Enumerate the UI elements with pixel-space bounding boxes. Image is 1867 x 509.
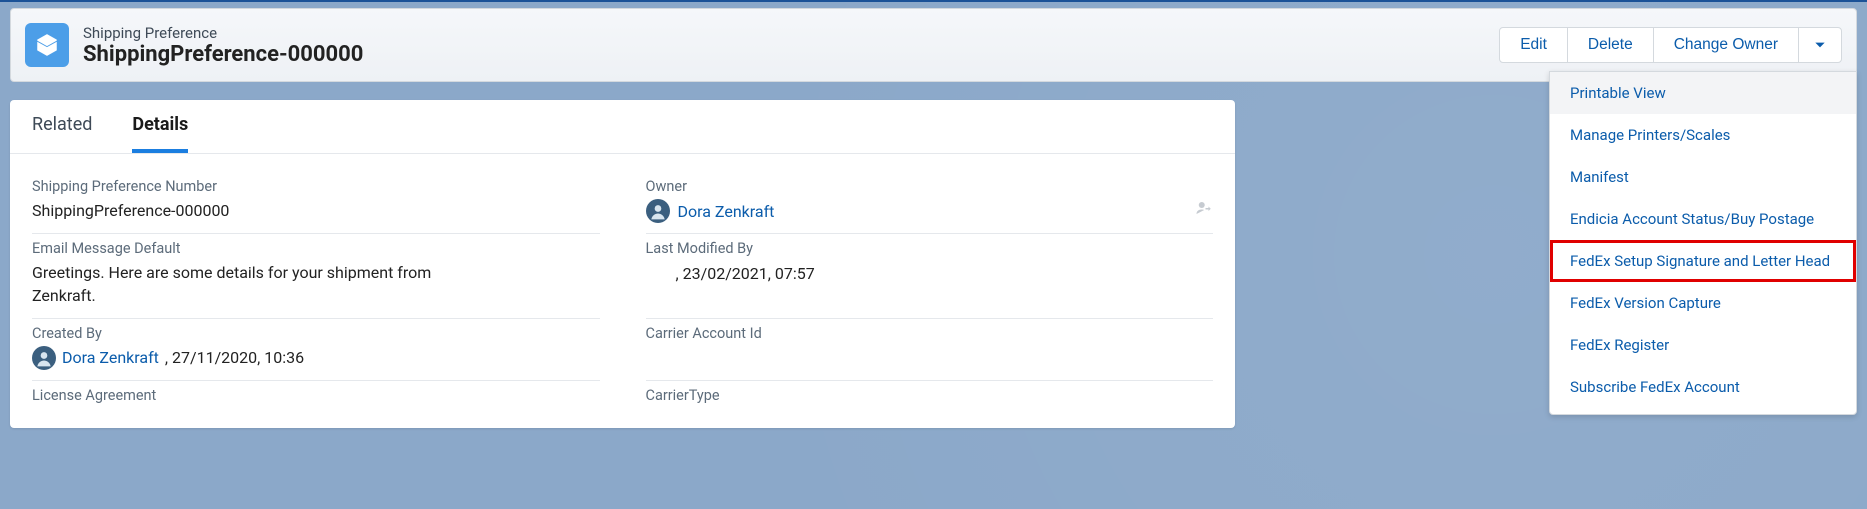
dropdown-item[interactable]: FedEx Setup Signature and Letter Head [1550, 240, 1856, 282]
dropdown-item[interactable]: Manifest [1550, 156, 1856, 198]
dropdown-item[interactable]: Printable View [1550, 72, 1856, 114]
field-value-last-modified: , 23/02/2021, 07:57 [646, 261, 1214, 285]
dropdown-item[interactable]: FedEx Register [1550, 324, 1856, 366]
change-owner-button[interactable]: Change Owner [1653, 27, 1799, 63]
field-label-carrier-account: Carrier Account Id [646, 325, 1214, 342]
edit-button[interactable]: Edit [1499, 27, 1568, 63]
dropdown-item[interactable]: Manage Printers/Scales [1550, 114, 1856, 156]
object-icon [25, 23, 69, 67]
field-value-carrier-account [646, 346, 1214, 370]
tab-related[interactable]: Related [32, 114, 92, 153]
delete-button[interactable]: Delete [1567, 27, 1654, 63]
created-by-link[interactable]: Dora Zenkraft [62, 346, 159, 369]
field-label-email-default: Email Message Default [32, 240, 600, 257]
field-label-last-modified: Last Modified By [646, 240, 1214, 257]
avatar [646, 199, 670, 223]
field-label-sp-number: Shipping Preference Number [32, 178, 600, 195]
owner-link[interactable]: Dora Zenkraft [678, 200, 775, 223]
field-label-license: License Agreement [32, 387, 600, 404]
created-by-timestamp: , 27/11/2020, 10:36 [165, 346, 304, 369]
object-label: Shipping Preference [83, 24, 363, 42]
field-value-email-default: Greetings. Here are some details for you… [32, 261, 492, 307]
dropdown-item[interactable]: Subscribe FedEx Account [1550, 366, 1856, 408]
tab-details[interactable]: Details [132, 114, 188, 153]
page-title: ShippingPreference-000000 [83, 42, 363, 67]
field-label-created-by: Created By [32, 325, 600, 342]
dropdown-item[interactable]: FedEx Version Capture [1550, 282, 1856, 324]
action-button-group: Edit Delete Change Owner [1499, 27, 1842, 63]
dropdown-item[interactable]: Endicia Account Status/Buy Postage [1550, 198, 1856, 240]
avatar [32, 346, 56, 370]
change-owner-icon[interactable] [1195, 199, 1213, 223]
field-label-owner: Owner [646, 178, 1214, 195]
field-value-sp-number: ShippingPreference-000000 [32, 199, 600, 223]
chevron-down-icon [1813, 38, 1827, 52]
more-actions-button[interactable] [1798, 27, 1842, 63]
field-label-carrier-type: CarrierType [646, 387, 1214, 404]
actions-dropdown: Printable ViewManage Printers/ScalesMani… [1549, 71, 1857, 415]
